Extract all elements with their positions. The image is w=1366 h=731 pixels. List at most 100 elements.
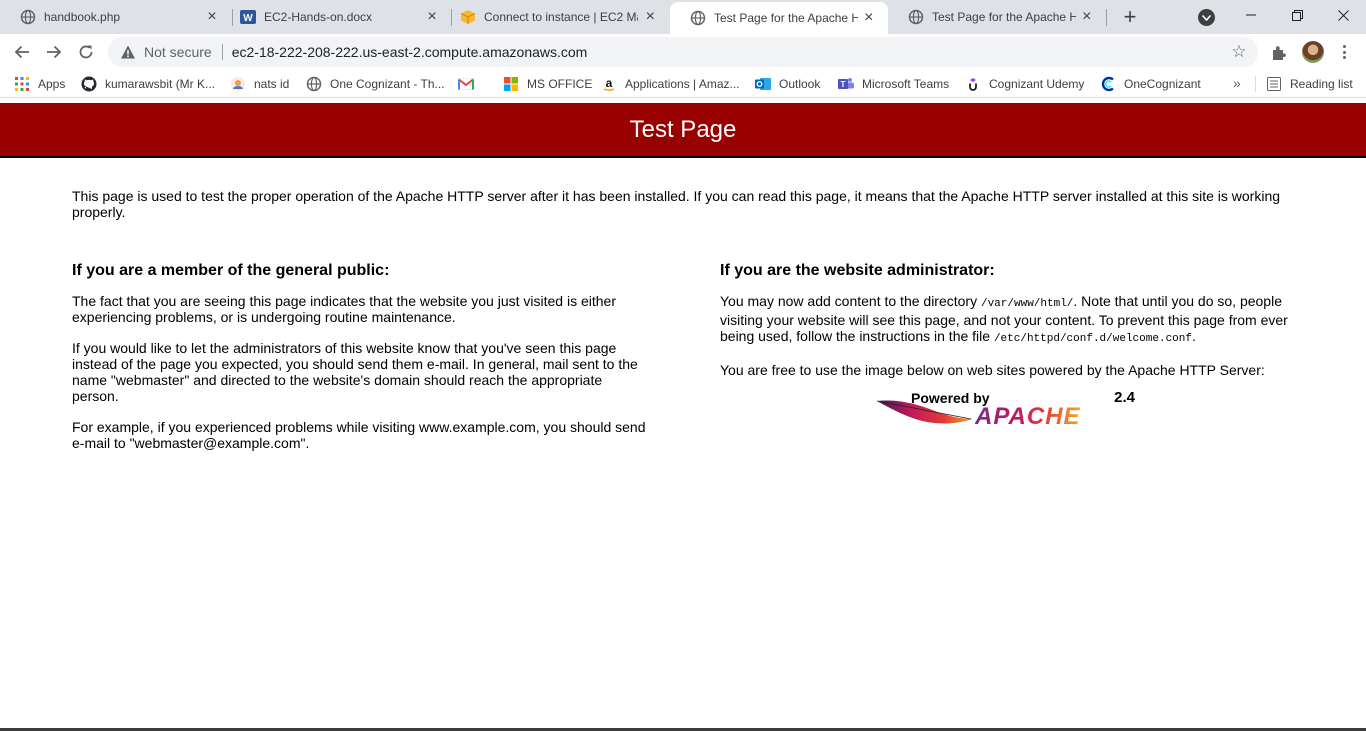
powered-by-apache-badge: Powered by 2.4 APACHE	[875, 389, 1140, 430]
tab-divider	[1106, 9, 1107, 26]
badge-version-text: 2.4	[1114, 389, 1135, 406]
bookmark-label: MS OFFICE	[527, 77, 593, 91]
administrator-section: If you are the website administrator: Yo…	[720, 262, 1300, 393]
bookmark-apps[interactable]: Apps	[14, 75, 65, 93]
tab-strip: handbook.php × W EC2-Hands-on.docx × Con…	[0, 0, 1366, 34]
tab-ec2-docx[interactable]: W EC2-Hands-on.docx ×	[220, 0, 452, 34]
tab-title: handbook.php	[44, 10, 121, 24]
nats-icon	[230, 76, 246, 92]
bookmark-star-icon[interactable]: ☆	[1230, 42, 1248, 61]
github-icon	[81, 76, 97, 92]
bookmark-cognizant-udemy[interactable]: Cognizant Udemy	[965, 75, 1084, 93]
paragraph: For example, if you experienced problems…	[72, 419, 646, 451]
svg-text:W: W	[243, 13, 253, 24]
security-label[interactable]: Not secure	[144, 44, 212, 60]
gmail-icon	[458, 76, 474, 92]
close-icon[interactable]: ×	[642, 9, 658, 25]
profile-avatar[interactable]	[1302, 41, 1324, 63]
bookmarks-divider	[1255, 76, 1256, 92]
paragraph: If you would like to let the administrat…	[72, 340, 638, 404]
udemy-icon	[965, 76, 981, 92]
microsoft-icon	[503, 76, 519, 92]
tab-title: EC2-Hands-on.docx	[264, 10, 373, 24]
tab-title: Test Page for the Apache HTT	[932, 10, 1076, 24]
svg-text:T: T	[841, 80, 846, 89]
bookmark-nats-id[interactable]: nats id	[230, 75, 289, 93]
reload-button[interactable]	[74, 40, 98, 64]
close-icon[interactable]: ×	[1080, 9, 1094, 25]
word-icon: W	[240, 9, 256, 25]
globe-icon	[20, 9, 36, 25]
apps-grid-icon	[14, 76, 30, 92]
paragraph: You may now add content to the directory…	[720, 293, 1300, 347]
more-bookmarks-chevron-icon[interactable]: »	[1233, 75, 1241, 91]
bookmark-ms-office[interactable]: MS OFFICE	[503, 75, 592, 93]
restore-icon[interactable]	[1274, 0, 1320, 30]
section-title: If you are the website administrator:	[720, 262, 995, 279]
globe-icon	[306, 76, 322, 92]
extensions-puzzle-icon[interactable]	[1270, 44, 1288, 62]
tab-title: Connect to instance | EC2 Ma	[484, 10, 639, 24]
amazon-icon: a	[601, 76, 617, 92]
close-icon[interactable]: ×	[424, 9, 440, 25]
reading-list-label: Reading list	[1290, 77, 1353, 91]
bookmark-label: nats id	[254, 77, 290, 91]
bookmark-label: Applications | Amaz...	[625, 77, 740, 91]
bookmark-gmail[interactable]	[458, 75, 474, 93]
code-path: /etc/httpd/conf.d/welcome.conf	[993, 333, 1192, 345]
outlook-icon	[755, 76, 771, 92]
cognizant-icon	[1100, 76, 1116, 92]
address-bar[interactable]: Not secure ec2-18-222-208-222.us-east-2.…	[108, 37, 1258, 67]
apache-test-page: Test Page This page is used to test the …	[0, 103, 1366, 728]
paragraph: You are free to use the image below on w…	[720, 362, 1265, 378]
bookmark-label: Outlook	[779, 77, 821, 91]
close-icon[interactable]: ×	[204, 9, 220, 25]
bookmark-one-cognizant[interactable]: One Cognizant - Th...	[306, 75, 445, 93]
paragraph: The fact that you are seeing this page i…	[72, 293, 616, 325]
page-banner: Test Page	[0, 103, 1366, 158]
reading-list-icon	[1266, 76, 1282, 92]
bookmark-label: Microsoft Teams	[862, 77, 950, 91]
svg-text:a: a	[606, 76, 613, 90]
back-button[interactable]	[10, 40, 34, 64]
bookmark-applications-amazon[interactable]: a Applications | Amaz...	[601, 75, 740, 93]
tab-apache-test[interactable]: Test Page for the Apache HTT ×	[888, 0, 1106, 34]
menu-kebab-icon[interactable]	[1338, 42, 1350, 62]
minimize-icon[interactable]	[1228, 0, 1274, 30]
bookmark-microsoft-teams[interactable]: T Microsoft Teams	[838, 75, 949, 93]
bookmark-outlook[interactable]: Outlook	[755, 75, 820, 93]
bookmark-github[interactable]: kumarawsbit (Mr K...	[81, 75, 215, 93]
general-public-section: If you are a member of the general publi…	[72, 262, 647, 466]
tab-title: Test Page for the Apache HTT	[714, 11, 858, 25]
reading-list-button[interactable]: Reading list	[1266, 75, 1353, 93]
tab-search-icon[interactable]	[1198, 9, 1215, 26]
bookmark-label: Cognizant Udemy	[989, 77, 1085, 91]
tab-handbook[interactable]: handbook.php ×	[0, 0, 232, 34]
bookmark-label: Apps	[38, 77, 66, 91]
intro-paragraph: This page is used to test the proper ope…	[72, 188, 1281, 220]
bookmark-label: kumarawsbit (Mr K...	[105, 77, 216, 91]
warning-icon[interactable]	[120, 44, 136, 60]
globe-icon	[690, 10, 706, 26]
bookmarks-bar: Apps kumarawsbit (Mr K... nats id One Co…	[0, 70, 1366, 98]
badge-apache-wordmark: APACHE	[975, 403, 1081, 430]
bookmark-onecognizant[interactable]: OneCognizant	[1100, 75, 1201, 93]
aws-box-icon	[460, 9, 476, 25]
text: You may now add content to the directory	[720, 293, 981, 309]
tab-apache-test-active[interactable]: Test Page for the Apache HTT ×	[670, 2, 888, 34]
forward-button[interactable]	[42, 40, 66, 64]
section-title: If you are a member of the general publi…	[72, 262, 390, 279]
text: .	[1191, 328, 1196, 344]
new-tab-button[interactable]: +	[1118, 4, 1142, 29]
bookmark-label: One Cognizant - Th...	[330, 77, 445, 91]
bookmark-label: OneCognizant	[1124, 77, 1201, 91]
tab-connect-instance[interactable]: Connect to instance | EC2 Ma ×	[440, 0, 670, 34]
url-text[interactable]: ec2-18-222-208-222.us-east-2.compute.ama…	[232, 44, 588, 60]
browser-toolbar: Not secure ec2-18-222-208-222.us-east-2.…	[0, 34, 1366, 70]
close-icon[interactable]: ×	[862, 10, 876, 26]
code-path: /var/www/html/	[980, 298, 1074, 310]
omnibox-divider	[221, 44, 223, 60]
teams-icon: T	[838, 76, 854, 92]
globe-icon	[908, 9, 924, 25]
close-window-icon[interactable]	[1320, 0, 1366, 30]
